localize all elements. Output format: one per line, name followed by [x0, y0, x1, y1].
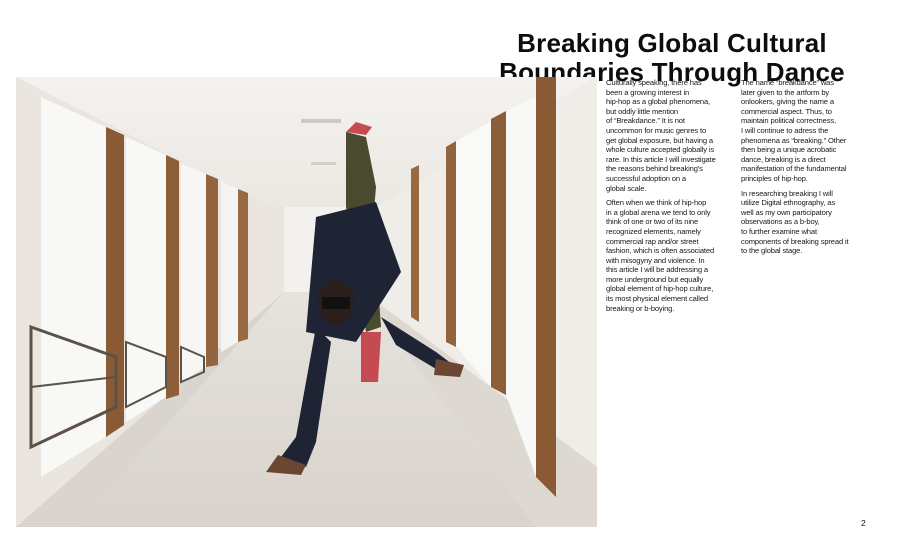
- magazine-page: Breaking Global Cultural Boundaries Thro…: [0, 0, 908, 534]
- column-1-paragraph-1: Culturally speaking, there has been a gr…: [606, 78, 716, 193]
- page-number: 2: [861, 518, 866, 528]
- column-1-paragraph-2: Often when we think of hip-hop in a glob…: [606, 198, 715, 313]
- column-2-paragraph-2: In researching breaking I will utilize D…: [741, 188, 849, 256]
- dancer-in-hallway-image: [16, 77, 597, 527]
- article-title-line-1: Breaking Global Cultural: [517, 28, 827, 59]
- text-column-2: The name “breakdance” was later given to…: [741, 78, 871, 261]
- column-2-paragraph-1: The name “breakdance” was later given to…: [741, 78, 847, 183]
- text-column-1: Culturally speaking, there has been a gr…: [606, 78, 736, 318]
- article-photo: [16, 77, 597, 527]
